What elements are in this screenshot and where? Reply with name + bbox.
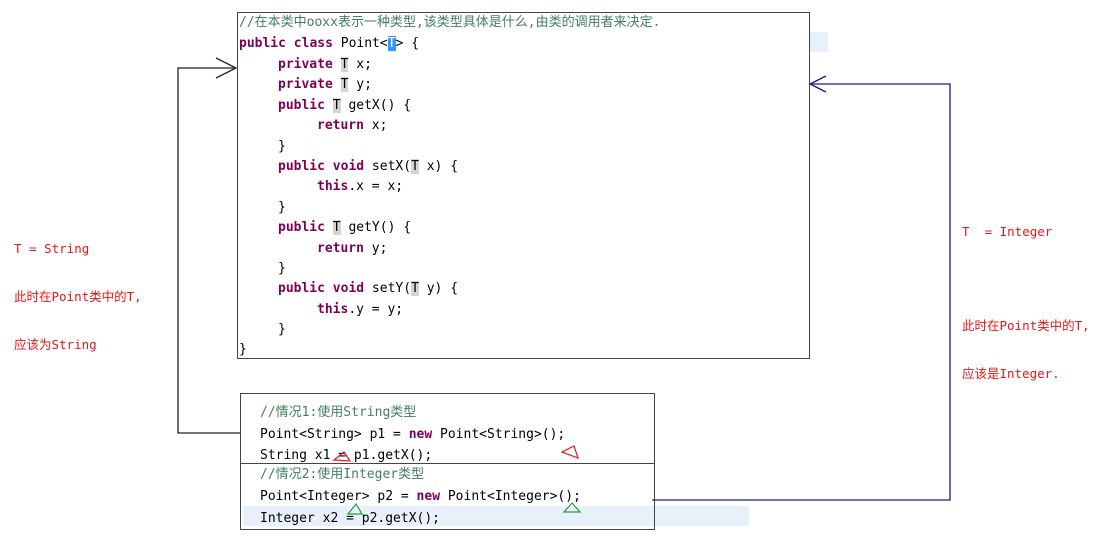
arrow-right-connector — [652, 83, 951, 501]
connector-arrows — [177, 57, 951, 515]
hint-marker-2 — [562, 502, 582, 513]
warning-marker-2 — [560, 445, 579, 460]
warning-marker-1 — [332, 451, 352, 462]
hint-marker-1 — [346, 502, 364, 515]
arrow-left-connector — [177, 67, 240, 434]
